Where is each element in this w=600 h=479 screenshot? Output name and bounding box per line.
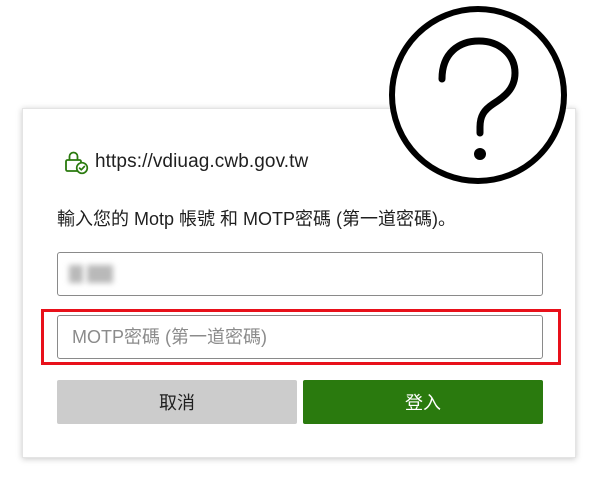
screenshot-stage: https://vdiuag.cwb.gov.tw 輸入您的 Motp 帳號 和… — [0, 0, 600, 479]
password-field[interactable] — [57, 315, 543, 359]
lock-check-icon — [65, 151, 89, 175]
username-field[interactable] — [57, 252, 543, 296]
login-dialog: https://vdiuag.cwb.gov.tw 輸入您的 Motp 帳號 和… — [22, 108, 576, 458]
site-identity: https://vdiuag.cwb.gov.tw — [63, 149, 308, 175]
cancel-button[interactable]: 取消 — [57, 380, 297, 424]
login-button[interactable]: 登入 — [303, 380, 543, 424]
site-url: https://vdiuag.cwb.gov.tw — [95, 151, 309, 172]
login-prompt: 輸入您的 Motp 帳號 和 MOTP密碼 (第一道密碼)。 — [57, 209, 457, 229]
